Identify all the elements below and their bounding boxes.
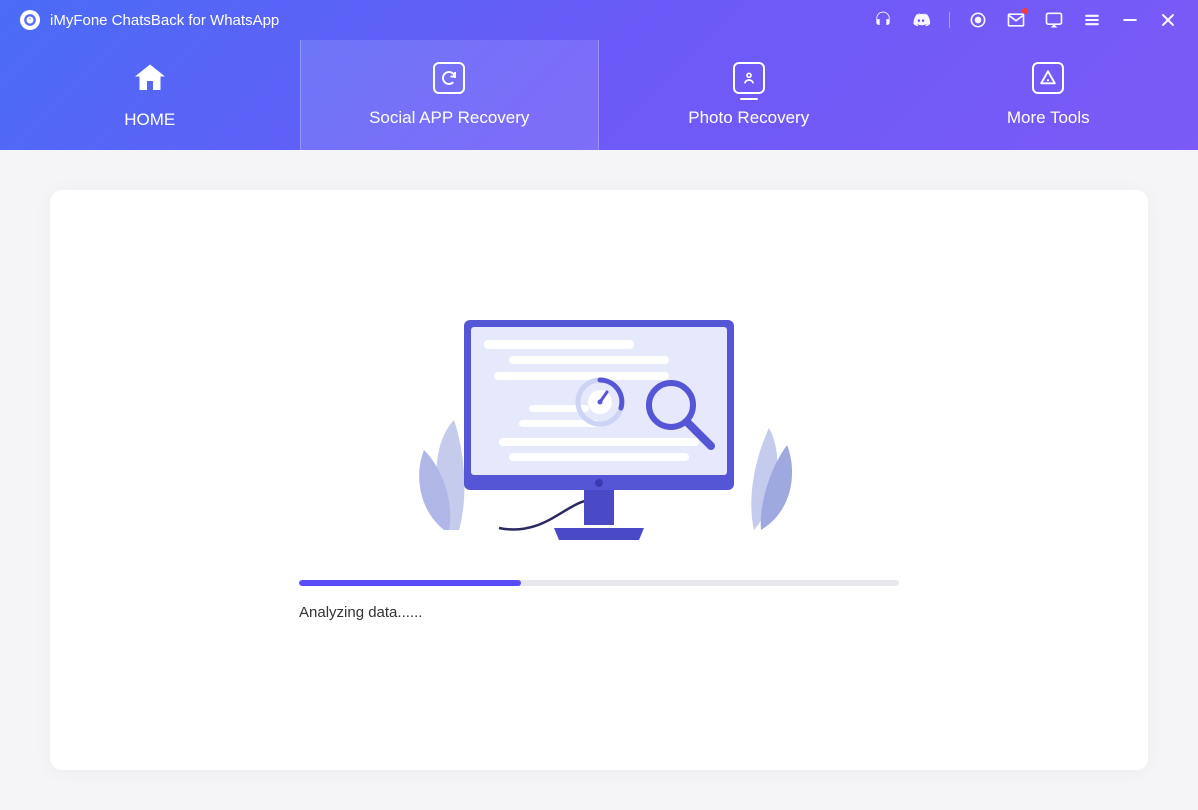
analyzing-illustration <box>399 310 799 550</box>
refresh-icon <box>433 62 465 94</box>
progress-fill <box>299 580 521 586</box>
nav-label: HOME <box>124 110 175 130</box>
menu-icon[interactable] <box>1082 10 1102 30</box>
nav-social-app-recovery[interactable]: Social APP Recovery <box>300 40 600 150</box>
header: iMyFone ChatsBack for WhatsApp <box>0 0 1198 150</box>
mail-icon[interactable] <box>1006 10 1026 30</box>
main-content: Analyzing data...... <box>0 150 1198 810</box>
app-window: iMyFone ChatsBack for WhatsApp <box>0 0 1198 798</box>
app-logo-icon <box>20 10 40 30</box>
nav-label: More Tools <box>1007 108 1090 128</box>
minimize-icon[interactable] <box>1120 10 1140 30</box>
chat-icon[interactable] <box>1044 10 1064 30</box>
nav-more-tools[interactable]: More Tools <box>899 40 1198 150</box>
nav-home[interactable]: HOME <box>0 40 300 150</box>
progress-section: Analyzing data...... <box>299 580 899 621</box>
separator <box>949 12 950 28</box>
nav-label: Social APP Recovery <box>369 108 529 128</box>
headset-icon[interactable] <box>873 10 893 30</box>
tools-icon <box>1032 62 1064 94</box>
main-nav: HOME Social APP Recovery Photo Recovery <box>0 40 1198 150</box>
progress-card: Analyzing data...... <box>50 190 1148 770</box>
progress-bar <box>299 580 899 586</box>
notification-dot <box>1022 8 1028 14</box>
discord-icon[interactable] <box>911 10 931 30</box>
close-icon[interactable] <box>1158 10 1178 30</box>
app-title: iMyFone ChatsBack for WhatsApp <box>50 12 279 29</box>
titlebar-actions <box>873 10 1178 30</box>
target-icon[interactable] <box>968 10 988 30</box>
titlebar: iMyFone ChatsBack for WhatsApp <box>0 0 1198 40</box>
photo-icon <box>733 62 765 94</box>
home-icon <box>132 60 168 96</box>
progress-label: Analyzing data...... <box>299 604 899 621</box>
nav-photo-recovery[interactable]: Photo Recovery <box>599 40 899 150</box>
titlebar-left: iMyFone ChatsBack for WhatsApp <box>20 10 279 30</box>
nav-label: Photo Recovery <box>688 108 809 128</box>
